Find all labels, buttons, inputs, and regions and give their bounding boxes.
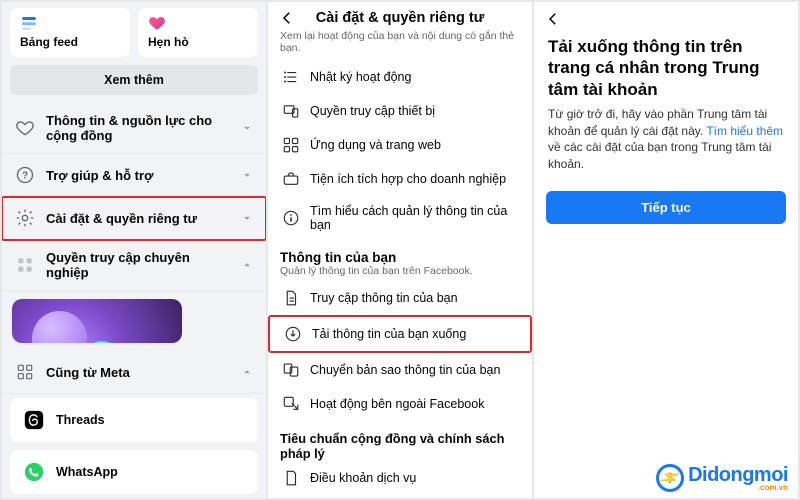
- continue-button[interactable]: Tiếp tục: [546, 191, 786, 224]
- apps-icon: [282, 136, 300, 154]
- row-label: Tìm hiểu cách quản lý thông tin của bạn: [310, 204, 518, 232]
- back-icon[interactable]: [278, 9, 296, 27]
- document-icon: [282, 289, 300, 307]
- grid-icon: [14, 254, 36, 276]
- transfer-icon: [282, 361, 300, 379]
- row-apps-websites[interactable]: Ứng dụng và trang web: [268, 128, 532, 162]
- row-terms[interactable]: Điều khoản dịch vụ: [268, 461, 532, 495]
- chevron-down-icon: [240, 211, 254, 225]
- menu-item-help[interactable]: ? Trợ giúp & hỗ trợ: [2, 154, 266, 197]
- menu-panel: Bảng feed Hẹn hò Xem thêm Thông tin & ng…: [2, 2, 266, 498]
- row-label: Ứng dụng và trang web: [310, 138, 441, 152]
- download-info-panel: Tải xuống thông tin trên trang cá nhân t…: [534, 2, 798, 498]
- dating-card[interactable]: Hẹn hò: [138, 8, 258, 57]
- menu-item-label: Quyền truy cập chuyên nghiệp: [46, 250, 230, 280]
- row-label: Truy cập thông tin của bạn: [310, 291, 458, 305]
- file-icon: [282, 469, 300, 487]
- row-device-access[interactable]: Quyền truy cập thiết bị: [268, 94, 532, 128]
- chevron-down-icon: [240, 121, 254, 135]
- svg-text:?: ?: [22, 170, 28, 181]
- grid-outline-icon: [14, 361, 36, 383]
- row-label: Quyền truy cập thiết bị: [310, 104, 435, 118]
- devices-icon: [282, 102, 300, 120]
- chevron-up-icon: [240, 365, 254, 379]
- see-more-button[interactable]: Xem thêm: [10, 65, 258, 95]
- back-icon[interactable]: [544, 10, 562, 28]
- help-icon: ?: [14, 164, 36, 186]
- menu-item-label: Thông tin & nguồn lực cho cộng đồng: [46, 113, 230, 143]
- activity-out-icon: [282, 395, 300, 413]
- feed-icon: [20, 14, 38, 32]
- dating-card-label: Hẹn hò: [148, 35, 248, 49]
- top-shortcuts: Bảng feed Hẹn hò: [2, 2, 266, 63]
- also-item-whatsapp[interactable]: WhatsApp: [10, 450, 258, 494]
- also-item-label: WhatsApp: [56, 465, 246, 479]
- row-download-info[interactable]: Tải thông tin của bạn xuống: [268, 315, 532, 353]
- whatsapp-icon: [22, 460, 46, 484]
- menu-item-label: Trợ giúp & hỗ trợ: [46, 168, 230, 183]
- heart-outline-icon: [14, 117, 36, 139]
- list-icon: [282, 68, 300, 86]
- gear-icon: [14, 207, 36, 229]
- row-label: Chuyển bản sao thông tin của bạn: [310, 363, 500, 377]
- panel3-body: Từ giờ trở đi, hãy vào phần Trung tâm tà…: [534, 106, 798, 185]
- download-icon: [284, 325, 302, 343]
- menu-item-community[interactable]: Thông tin & nguồn lực cho cộng đồng: [2, 103, 266, 154]
- row-access-info[interactable]: Truy cập thông tin của bạn: [268, 281, 532, 315]
- panel3-body-post: về các cài đặt của bạn trong Trung tâm t…: [548, 140, 771, 171]
- menu-item-settings-privacy[interactable]: Cài đặt & quyền riêng tư: [2, 197, 266, 240]
- row-learn-manage-info[interactable]: Tìm hiểu cách quản lý thông tin của bạn: [268, 196, 532, 240]
- settings-privacy-panel: Cài đặt & quyền riêng tư Xem lại hoạt độ…: [268, 2, 532, 498]
- heart-icon: [148, 14, 166, 32]
- row-label: Tải thông tin của bạn xuống: [312, 327, 466, 341]
- row-label: Nhật ký hoạt động: [310, 70, 411, 84]
- policy-group: Điều khoản dịch vụ Chính sách quyền riên…: [268, 461, 532, 498]
- briefcase-icon: [282, 170, 300, 188]
- feed-card-label: Bảng feed: [20, 35, 120, 49]
- row-activity-log[interactable]: Nhật ký hoạt động: [268, 60, 532, 94]
- pro-presence-card[interactable]: Sự hiện diện công khai Nhận các công cụ …: [12, 299, 182, 343]
- also-item-label: Threads: [56, 413, 246, 427]
- policy-title: Tiêu chuẩn cộng đồng và chính sách pháp …: [268, 421, 532, 461]
- pro-card-image: [12, 299, 182, 343]
- also-from-meta-header[interactable]: Cũng từ Meta: [2, 351, 266, 394]
- row-off-facebook[interactable]: Hoạt động bên ngoài Facebook: [268, 387, 532, 421]
- row-label: Hoạt động bên ngoài Facebook: [310, 397, 484, 411]
- menu-item-label: Cài đặt & quyền riêng tư: [46, 211, 230, 226]
- also-from-meta-label: Cũng từ Meta: [46, 365, 230, 380]
- panel2-title: Cài đặt & quyền riêng tư: [316, 10, 484, 26]
- info-icon: [282, 209, 300, 227]
- chevron-up-icon: [240, 258, 254, 272]
- activity-group: Nhật ký hoạt động Quyền truy cập thiết b…: [268, 60, 532, 240]
- panel2-header: Cài đặt & quyền riêng tư: [268, 2, 532, 28]
- feed-card[interactable]: Bảng feed: [10, 8, 130, 57]
- panel3-title: Tải xuống thông tin trên trang cá nhân t…: [534, 18, 798, 106]
- learn-more-link[interactable]: Tìm hiểu thêm: [706, 124, 783, 138]
- chevron-down-icon: [240, 168, 254, 182]
- your-info-title: Thông tin của bạn: [268, 240, 532, 265]
- your-info-group: Truy cập thông tin của bạn Tải thông tin…: [268, 281, 532, 421]
- menu-item-professional[interactable]: Quyền truy cập chuyên nghiệp: [2, 240, 266, 291]
- row-privacy-policy[interactable]: Chính sách quyền riêng tư: [268, 495, 532, 498]
- row-label: Tiện ích tích hợp cho doanh nghiệp: [310, 172, 506, 186]
- row-transfer-copy[interactable]: Chuyển bản sao thông tin của bạn: [268, 353, 532, 387]
- threads-icon: [22, 408, 46, 432]
- also-item-threads[interactable]: Threads: [10, 398, 258, 442]
- row-business-integrations[interactable]: Tiện ích tích hợp cho doanh nghiệp: [268, 162, 532, 196]
- your-info-subtitle: Quản lý thông tin của bạn trên Facebook.: [268, 265, 532, 281]
- panel3-header: [534, 2, 798, 18]
- row-label: Điều khoản dịch vụ: [310, 471, 416, 485]
- panel2-subtitle: Xem lại hoạt động của bạn và nội dung có…: [268, 28, 532, 60]
